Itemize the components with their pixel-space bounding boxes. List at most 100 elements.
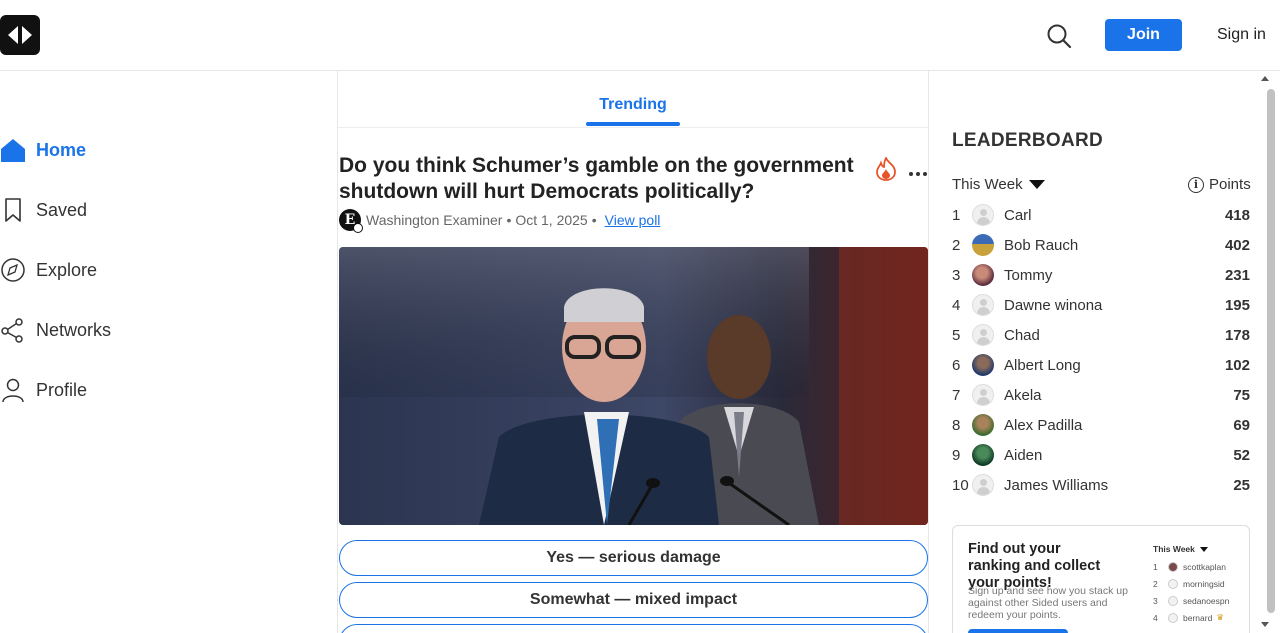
- search-icon[interactable]: [1045, 22, 1073, 50]
- scroll-down-arrow-icon[interactable]: [1261, 622, 1269, 627]
- avatar: [1168, 561, 1178, 572]
- mini-name: sedanoespn: [1183, 595, 1230, 606]
- nav-item-label: Saved: [36, 199, 88, 220]
- avatar: [972, 384, 994, 406]
- leaderboard-row[interactable]: 8 Alex Padilla 69: [952, 410, 1250, 440]
- compass-icon: [0, 257, 26, 283]
- poll-option-1[interactable]: Yes — serious damage: [339, 540, 928, 576]
- sided-logo-icon[interactable]: [0, 15, 40, 55]
- active-tab-indicator: [586, 122, 680, 126]
- scroll-up-arrow-icon[interactable]: [1261, 76, 1269, 81]
- nav-item-saved[interactable]: Saved: [0, 180, 300, 240]
- leaderboard-rank: 1: [952, 206, 961, 224]
- mini-row: 2 morningsid: [1153, 575, 1243, 592]
- leaderboard-name: Aiden: [1004, 446, 1043, 464]
- join-button[interactable]: Join: [1105, 19, 1182, 51]
- leaderboard-name: James Williams: [1004, 476, 1109, 494]
- bookmark-icon: [0, 197, 26, 223]
- leaderboard-rank: 2: [952, 236, 961, 254]
- nav-item-profile[interactable]: Profile: [0, 360, 300, 420]
- leaderboard-points: 52: [1233, 446, 1250, 464]
- leaderboard-rank: 6: [952, 356, 961, 374]
- leaderboard-points: 178: [1224, 326, 1250, 344]
- avatar: [972, 264, 994, 286]
- nav-item-explore[interactable]: Explore: [0, 240, 300, 300]
- nav-item-label: Networks: [36, 319, 112, 340]
- avatar: [1168, 578, 1178, 589]
- mini-row: 3 sedanoespn: [1153, 592, 1243, 609]
- leaderboard-row[interactable]: 10 James Williams 25: [952, 470, 1250, 500]
- mini-name: bernard: [1183, 612, 1213, 623]
- source-name[interactable]: Washington Examiner: [366, 212, 502, 228]
- more-options-icon[interactable]: [908, 165, 928, 176]
- feed-column: Trending Do you think Schumer’s gamble o…: [337, 71, 929, 633]
- caret-down-icon: [1028, 180, 1045, 189]
- leaderboard-points: 418: [1224, 206, 1250, 224]
- leaderboard-row[interactable]: 4 Dawne winona 195: [952, 290, 1250, 320]
- period-dropdown[interactable]: This Week: [952, 176, 1045, 193]
- promo-text: Sign up and see how you stack up against…: [968, 585, 1128, 621]
- post-title[interactable]: Do you think Schumer’s gamble on the gov…: [339, 153, 864, 205]
- mini-row: 4 bernard ♛: [1153, 609, 1243, 626]
- leaderboard-points: 25: [1233, 476, 1250, 494]
- tab-trending[interactable]: Trending: [586, 96, 680, 114]
- leaderboard-row[interactable]: 6 Albert Long 102: [952, 350, 1250, 380]
- avatar: [972, 474, 994, 496]
- ranking-promo-card[interactable]: Find out your ranking and collect your p…: [952, 525, 1250, 633]
- post-date: Oct 1, 2025: [515, 212, 588, 228]
- leaderboard-rank: 10: [952, 476, 969, 494]
- crown-icon: ♛: [1216, 612, 1224, 622]
- points-label: Points: [1209, 176, 1251, 193]
- leaderboard-rank: 7: [952, 386, 961, 404]
- leaderboard-points: 69: [1233, 416, 1250, 434]
- promo-cta-button[interactable]: [968, 629, 1068, 633]
- avatar: [972, 414, 994, 436]
- nav-item-home[interactable]: Home: [0, 120, 300, 180]
- mini-period: This Week: [1153, 544, 1243, 554]
- avatar: [1168, 612, 1178, 623]
- avatar: [972, 354, 994, 376]
- caret-down-icon: [1199, 546, 1208, 552]
- leaderboard-row[interactable]: 5 Chad 178: [952, 320, 1250, 350]
- leaderboard-row[interactable]: 7 Akela 75: [952, 380, 1250, 410]
- leaderboard-rank: 4: [952, 296, 961, 314]
- leaderboard-row[interactable]: 1 Carl 418: [952, 200, 1250, 230]
- share-nodes-icon: [0, 317, 26, 343]
- avatar: [972, 204, 994, 226]
- top-bar: Join Sign in: [0, 0, 1280, 71]
- avatar: [972, 234, 994, 256]
- nav-item-label: Profile: [36, 379, 88, 400]
- nav-item-networks[interactable]: Networks: [0, 300, 300, 360]
- leaderboard-points: 402: [1224, 236, 1250, 254]
- mini-rank: 1: [1153, 561, 1158, 572]
- nav-item-label: Home: [36, 139, 87, 160]
- verified-badge-icon: [353, 223, 363, 233]
- source-avatar[interactable]: E: [339, 209, 363, 233]
- flame-icon: [875, 155, 897, 181]
- left-nav: Home Saved Explore Networks Profile: [0, 120, 300, 420]
- mini-name: scottkaplan: [1183, 561, 1226, 572]
- mini-name: morningsid: [1183, 578, 1225, 589]
- mini-row: 1 scottkaplan: [1153, 558, 1243, 575]
- leaderboard-title: LEADERBOARD: [952, 130, 1104, 151]
- user-icon: [0, 377, 26, 403]
- poll-option-2[interactable]: Somewhat — mixed impact: [339, 582, 928, 618]
- leaderboard-rank: 8: [952, 416, 961, 434]
- leaderboard-row[interactable]: 2 Bob Rauch 402: [952, 230, 1250, 260]
- points-header[interactable]: i Points: [1188, 176, 1251, 193]
- avatar: [972, 294, 994, 316]
- page-scrollbar[interactable]: [1250, 71, 1280, 633]
- nav-item-label: Explore: [36, 259, 98, 280]
- mini-period-label: This Week: [1153, 544, 1195, 554]
- sign-in-link[interactable]: Sign in: [1217, 26, 1266, 44]
- mini-leaderboard-preview: This Week 1 scottkaplan 2 morningsid 3 s…: [1153, 544, 1243, 626]
- leaderboard-row[interactable]: 9 Aiden 52: [952, 440, 1250, 470]
- leaderboard-name: Bob Rauch: [1004, 236, 1079, 254]
- poll-option-3[interactable]: [339, 624, 928, 633]
- view-poll-link[interactable]: View poll: [605, 212, 661, 228]
- leaderboard-row[interactable]: 3 Tommy 231: [952, 260, 1250, 290]
- scrollbar-thumb[interactable]: [1267, 89, 1275, 613]
- avatar: [972, 444, 994, 466]
- post-image[interactable]: [339, 247, 928, 525]
- leaderboard-points: 195: [1224, 296, 1250, 314]
